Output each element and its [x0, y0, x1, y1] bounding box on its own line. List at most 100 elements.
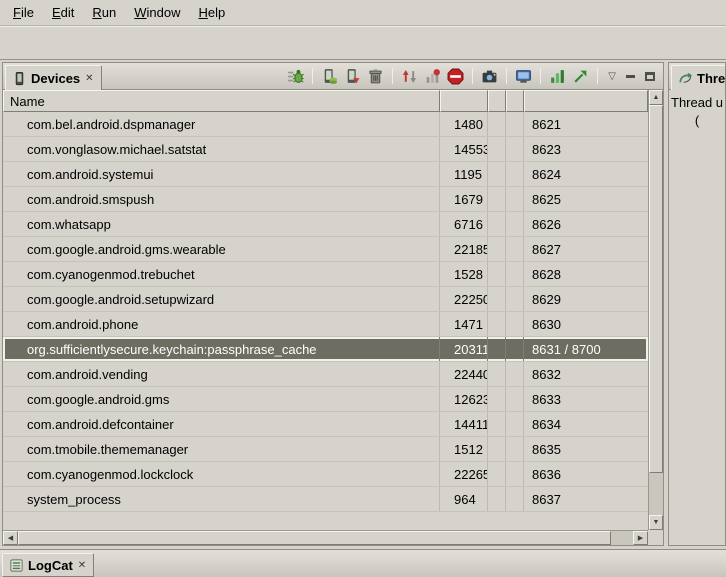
vertical-scrollbar-track[interactable]: [649, 473, 663, 515]
menu-window[interactable]: Window: [125, 2, 189, 23]
table-row[interactable]: com.android.defcontainer 14411 8634: [3, 412, 648, 437]
ddms-window: File Edit Run Window Help Devices ✕: [0, 0, 726, 577]
process-pid: 22265: [440, 462, 488, 486]
menu-bar: File Edit Run Window Help: [0, 0, 726, 26]
close-icon[interactable]: ✕: [77, 560, 87, 571]
toolbar-separator: [506, 68, 507, 84]
menu-help[interactable]: Help: [189, 2, 234, 23]
table-row[interactable]: com.google.android.gms 12623 8633: [3, 387, 648, 412]
toolbar-separator: [472, 68, 473, 84]
dump-hprof-button[interactable]: [342, 66, 363, 87]
update-threads-button[interactable]: [399, 66, 420, 87]
table-row[interactable]: org.sufficientlysecure.keychain:passphra…: [3, 337, 648, 362]
cell-blank: [506, 112, 524, 136]
screen-capture-button[interactable]: [479, 66, 500, 87]
sysinfo-button[interactable]: [547, 66, 568, 87]
horizontal-scrollbar[interactable]: ◀ ▶: [3, 530, 648, 545]
vertical-scrollbar-thumb[interactable]: [649, 105, 663, 473]
process-name: com.google.android.gms: [3, 387, 440, 411]
scroll-down-icon[interactable]: ▼: [649, 515, 663, 530]
scroll-right-icon[interactable]: ▶: [633, 531, 648, 545]
update-heap-icon: [321, 68, 338, 85]
table-row[interactable]: com.android.phone 1471 8630: [3, 312, 648, 337]
monitor-icon: [515, 68, 532, 85]
process-port: 8624: [524, 162, 648, 186]
process-name: system_process: [3, 487, 440, 511]
process-name: com.android.phone: [3, 312, 440, 336]
toolbar-separator: [597, 68, 598, 84]
cell-blank: [488, 262, 506, 286]
process-port: 8621: [524, 112, 648, 136]
column-header-name[interactable]: Name: [3, 90, 440, 112]
process-pid: 14411: [440, 412, 488, 436]
minimize-button[interactable]: [622, 69, 639, 84]
toolbar-separator: [540, 68, 541, 84]
scroll-up-icon[interactable]: ▲: [649, 90, 663, 105]
table-row[interactable]: com.tmobile.thememanager 1512 8635: [3, 437, 648, 462]
table-row[interactable]: com.bel.android.dspmanager 1480 8621: [3, 112, 648, 137]
vertical-scrollbar[interactable]: ▲ ▼: [648, 90, 663, 530]
table-row[interactable]: com.android.smspush 1679 8625: [3, 187, 648, 212]
maximize-icon: [645, 72, 655, 81]
horizontal-scrollbar-track[interactable]: [611, 531, 633, 545]
table-row[interactable]: com.android.vending 22440 8632: [3, 362, 648, 387]
cell-blank: [488, 337, 506, 361]
devices-panel-header: Devices ✕: [3, 63, 663, 90]
threads-message: Thread up (: [669, 90, 725, 133]
threads-panel-header: Threads: [669, 63, 725, 90]
process-pid: 1471: [440, 312, 488, 336]
update-heap-button[interactable]: [319, 66, 340, 87]
cell-blank: [506, 287, 524, 311]
cell-blank: [506, 362, 524, 386]
start-method-profiling-button[interactable]: [422, 66, 443, 87]
maximize-button[interactable]: [641, 69, 658, 84]
capture-video-button[interactable]: [513, 66, 534, 87]
camera-icon: [481, 68, 498, 85]
column-header-blank[interactable]: [488, 90, 506, 112]
tab-threads[interactable]: Threads: [671, 65, 726, 90]
table-row[interactable]: com.google.android.setupwizard 22250 862…: [3, 287, 648, 312]
process-port: 8626: [524, 212, 648, 236]
process-port: 8630: [524, 312, 648, 336]
debug-process-button[interactable]: [285, 66, 306, 87]
process-port: 8633: [524, 387, 648, 411]
dump-hprof-icon: [344, 68, 361, 85]
menu-edit[interactable]: Edit: [43, 2, 83, 23]
menu-file[interactable]: File: [4, 2, 43, 23]
scroll-left-icon[interactable]: ◀: [3, 531, 18, 545]
close-icon[interactable]: ✕: [84, 73, 94, 84]
main-toolbar: [0, 26, 726, 60]
column-header-blank[interactable]: [506, 90, 524, 112]
tab-devices[interactable]: Devices ✕: [5, 65, 102, 90]
table-row[interactable]: com.cyanogenmod.lockclock 22265 8636: [3, 462, 648, 487]
table-header-row: Name: [3, 90, 648, 112]
process-name: com.android.defcontainer: [3, 412, 440, 436]
table-row[interactable]: com.whatsapp 6716 8626: [3, 212, 648, 237]
table-row[interactable]: com.vonglasow.michael.satstat 14553 8623: [3, 137, 648, 162]
view-menu-icon[interactable]: ▽: [604, 71, 620, 82]
table-row[interactable]: com.google.android.gms.wearable 22185 86…: [3, 237, 648, 262]
cell-blank: [506, 237, 524, 261]
process-port: 8637: [524, 487, 648, 511]
table-row[interactable]: system_process 964 8637: [3, 487, 648, 512]
horizontal-scrollbar-thumb[interactable]: [18, 531, 611, 545]
process-name: com.cyanogenmod.lockclock: [3, 462, 440, 486]
tab-logcat[interactable]: LogCat ✕: [2, 553, 94, 577]
table-row[interactable]: com.cyanogenmod.trebuchet 1528 8628: [3, 262, 648, 287]
process-name: org.sufficientlysecure.keychain:passphra…: [3, 337, 440, 361]
tab-threads-label: Threads: [697, 71, 726, 86]
toolbar-separator: [312, 68, 313, 84]
column-header-port[interactable]: [524, 90, 648, 112]
opengl-trace-button[interactable]: [570, 66, 591, 87]
green-bars-icon: [549, 68, 566, 85]
column-header-pid[interactable]: [440, 90, 488, 112]
process-table-content: Name com.bel.android.dspmanager 1480 862…: [3, 90, 648, 530]
cause-gc-button[interactable]: [365, 66, 386, 87]
table-row[interactable]: com.android.systemui 1195 8624: [3, 162, 648, 187]
stop-icon: [447, 68, 464, 85]
cell-blank: [506, 387, 524, 411]
process-name: com.tmobile.thememanager: [3, 437, 440, 461]
menu-run[interactable]: Run: [83, 2, 125, 23]
stop-process-button[interactable]: [445, 66, 466, 87]
devices-panel: Devices ✕: [2, 62, 664, 546]
